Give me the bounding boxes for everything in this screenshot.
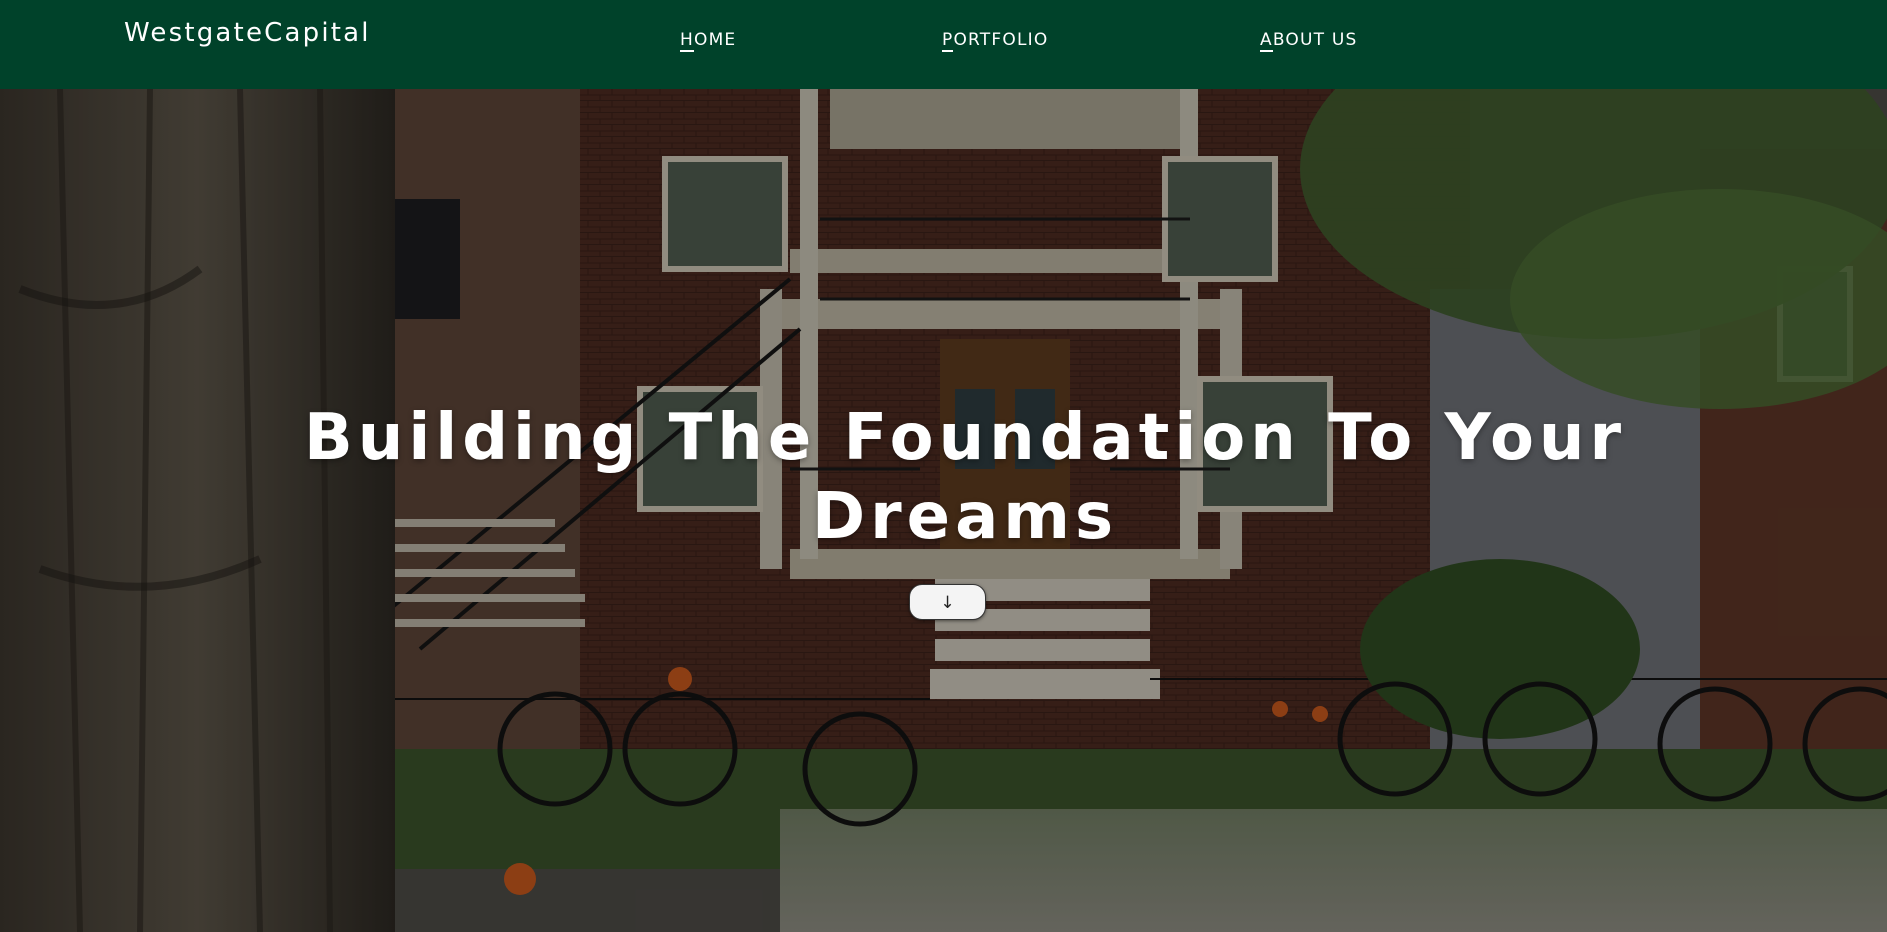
site-header: WestgateCapital HOME PORTFOLIO ABOUT US bbox=[0, 0, 1887, 89]
nav-portfolio-initial: P bbox=[942, 30, 954, 52]
hero-headline: Building The Foundation To Your Dreams bbox=[300, 399, 1630, 557]
nav-home-initial: H bbox=[680, 30, 694, 52]
nav-home[interactable]: HOME bbox=[680, 30, 737, 52]
scroll-down-button[interactable]: ↓ bbox=[909, 584, 986, 620]
hero-section: Building The Foundation To Your Dreams ↓ bbox=[0, 89, 1887, 932]
nav-about-initial: A bbox=[1260, 30, 1273, 52]
hero-headline-line-2: Dreams bbox=[811, 480, 1119, 554]
down-arrow-icon: ↓ bbox=[940, 593, 955, 613]
site-logo[interactable]: WestgateCapital bbox=[124, 18, 371, 48]
nav-portfolio-label: ORTFOLIO bbox=[953, 30, 1049, 50]
nav-portfolio[interactable]: PORTFOLIO bbox=[942, 30, 1049, 52]
nav-about-us[interactable]: ABOUT US bbox=[1260, 30, 1358, 52]
page: WestgateCapital HOME PORTFOLIO ABOUT US bbox=[0, 0, 1887, 932]
hero-headline-line-1: Building The Foundation To Your bbox=[303, 401, 1627, 475]
nav-about-label: BOUT US bbox=[1272, 30, 1358, 50]
nav-home-label: OME bbox=[693, 30, 737, 50]
